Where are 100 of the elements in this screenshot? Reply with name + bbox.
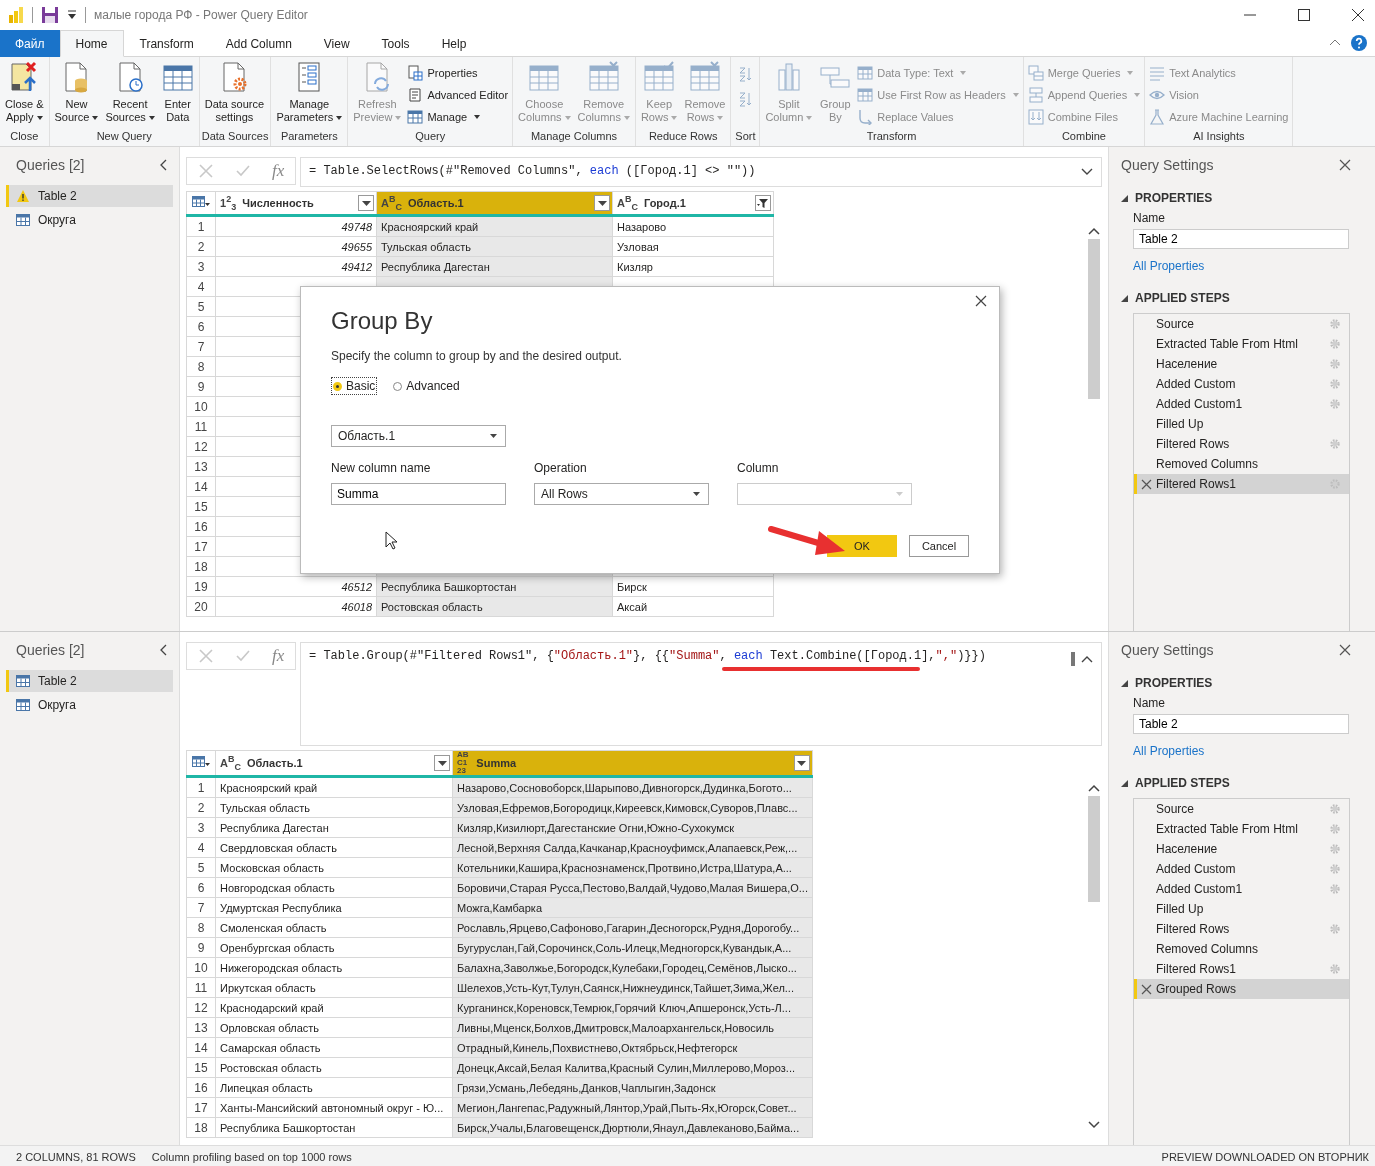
customize-caret-icon[interactable]: [67, 10, 77, 20]
expand-formula-icon[interactable]: [1081, 167, 1093, 177]
applied-step[interactable]: Removed Columns: [1134, 454, 1349, 474]
radio-option[interactable]: Basic: [331, 377, 378, 395]
ribbon-button[interactable]: New Source: [51, 60, 102, 128]
column-dropdown-button[interactable]: [358, 195, 374, 211]
applied-step[interactable]: Filtered Rows1: [1134, 474, 1349, 494]
close-icon[interactable]: [1339, 644, 1351, 656]
table-cell: Узловая: [612, 236, 774, 257]
row-number: 16: [186, 516, 216, 537]
ribbon-tab[interactable]: View: [307, 30, 366, 57]
check-icon[interactable]: [234, 648, 251, 664]
ribbon-tab[interactable]: Transform: [123, 30, 210, 57]
delete-icon[interactable]: [1141, 983, 1152, 995]
scrollbar-thumb[interactable]: [1088, 796, 1100, 902]
filter-button[interactable]: [755, 195, 771, 211]
close-icon[interactable]: [1351, 8, 1365, 22]
scroll-handle[interactable]: [1071, 652, 1075, 666]
row-number: 13: [186, 1017, 216, 1038]
collapse-triangle-icon[interactable]: [1121, 679, 1128, 687]
save-icon[interactable]: [41, 6, 59, 24]
help-icon[interactable]: [1351, 35, 1367, 51]
applied-step[interactable]: Added Custom: [1134, 374, 1349, 394]
column-name-field[interactable]: Summa: [331, 483, 506, 505]
column-header[interactable]: A$^{B}$$_{C}$ Город.1: [612, 191, 774, 216]
cancel-button[interactable]: Cancel: [909, 535, 969, 557]
applied-step[interactable]: Filtered Rows: [1134, 434, 1349, 454]
applied-step[interactable]: Filled Up: [1134, 414, 1349, 434]
collapse-icon[interactable]: [159, 159, 169, 171]
formula-field[interactable]: = Table.Group(#"Filtered Rows1", {"Область.1"}, {{"Summa", each Text.Combine([Город.1],",")}}): [300, 642, 1102, 746]
applied-step[interactable]: Население: [1134, 354, 1349, 374]
scrollbar-thumb[interactable]: [1088, 239, 1100, 399]
maximize-icon[interactable]: [1297, 8, 1311, 22]
query-item[interactable]: Округа: [6, 209, 173, 231]
applied-step[interactable]: Extracted Table From Html: [1134, 334, 1349, 354]
query-item[interactable]: Table 2: [6, 670, 173, 692]
name-field[interactable]: Table 2: [1133, 229, 1349, 249]
collapse-triangle-icon[interactable]: [1121, 779, 1128, 787]
table-menu-button[interactable]: [186, 750, 216, 777]
ribbon-group-label: Combine: [1060, 129, 1107, 144]
ribbon-button[interactable]: Advanced Editor: [405, 85, 511, 104]
applied-step[interactable]: Added Custom: [1134, 859, 1349, 879]
operation-dropdown[interactable]: All Rows: [534, 483, 709, 505]
applied-step[interactable]: Filtered Rows1: [1134, 959, 1349, 979]
applied-step[interactable]: Filled Up: [1134, 899, 1349, 919]
radio-option[interactable]: Advanced: [391, 377, 462, 395]
row-number: 1: [186, 215, 216, 237]
column-header[interactable]: A$^{B}$$_{C}$ Область.1: [376, 191, 613, 216]
scroll-up-icon[interactable]: [1088, 227, 1100, 235]
applied-step[interactable]: Filtered Rows: [1134, 919, 1349, 939]
collapse-icon[interactable]: [159, 644, 169, 656]
ok-button[interactable]: OK: [827, 535, 897, 557]
ribbon-tab[interactable]: Add Column: [209, 30, 308, 57]
ribbon-button[interactable]: Enter Data: [158, 60, 197, 128]
ribbon-tab[interactable]: Help: [425, 30, 483, 57]
ribbon-button[interactable]: Data source settings: [201, 60, 268, 128]
all-properties-link[interactable]: All Properties: [1133, 259, 1205, 273]
query-item[interactable]: Table 2: [6, 185, 173, 207]
group-column-dropdown[interactable]: Область.1: [331, 425, 506, 447]
table-cell: Удмуртская Республика: [215, 897, 453, 918]
ribbon-button[interactable]: Manage Parameters: [273, 60, 346, 128]
caret-icon: [597, 200, 607, 206]
query-item[interactable]: Округа: [6, 694, 173, 716]
column-dropdown-button[interactable]: [793, 755, 810, 771]
applied-step[interactable]: Source: [1134, 799, 1349, 819]
applied-step[interactable]: Added Custom1: [1134, 879, 1349, 899]
applied-step[interactable]: Removed Columns: [1134, 939, 1349, 959]
ribbon-button[interactable]: Recent Sources: [102, 60, 158, 128]
scroll-down-icon[interactable]: [1088, 1121, 1100, 1129]
column-dropdown-button[interactable]: [594, 195, 610, 211]
window-title: малые города РФ - Power Query Editor: [94, 8, 308, 22]
column-dropdown-button[interactable]: [434, 755, 450, 771]
file-tab[interactable]: Файл: [0, 30, 60, 57]
ribbon-button[interactable]: Close & Apply: [2, 60, 47, 128]
formula-field[interactable]: = Table.SelectRows(#"Removed Columns", each ([Город.1] <> "")): [300, 157, 1102, 187]
scroll-up-icon[interactable]: [1088, 784, 1100, 792]
check-icon[interactable]: [234, 163, 251, 179]
ribbon-button[interactable]: Properties: [405, 63, 511, 82]
collapse-triangle-icon[interactable]: [1121, 294, 1128, 302]
close-icon[interactable]: [975, 295, 987, 307]
ribbon-button[interactable]: Manage: [405, 107, 511, 126]
collapse-triangle-icon[interactable]: [1121, 194, 1128, 202]
collapse-formula-icon[interactable]: [1081, 654, 1093, 664]
applied-step[interactable]: Source: [1134, 314, 1349, 334]
row-number: 2: [186, 797, 216, 818]
column-header[interactable]: 1$^{2}$$_{3}$ Численность: [215, 191, 377, 216]
table-cell: Назарово: [612, 215, 774, 237]
close-icon[interactable]: [1339, 159, 1351, 171]
name-field[interactable]: Table 2: [1133, 714, 1349, 734]
applied-step[interactable]: Extracted Table From Html: [1134, 819, 1349, 839]
delete-icon[interactable]: [1141, 478, 1152, 490]
applied-step[interactable]: Grouped Rows: [1134, 979, 1349, 999]
table-menu-button[interactable]: [186, 191, 216, 216]
status-text: 2 COLUMNS, 81 ROWS: [16, 1151, 136, 1163]
ribbon-tab[interactable]: Home: [59, 30, 124, 57]
applied-step[interactable]: Added Custom1: [1134, 394, 1349, 414]
applied-step[interactable]: Население: [1134, 839, 1349, 859]
column-header[interactable]: A$^{B}$$_{C}$ Область.1: [215, 750, 453, 777]
ribbon-tab[interactable]: Tools: [365, 30, 426, 57]
all-properties-link[interactable]: All Properties: [1133, 744, 1205, 758]
